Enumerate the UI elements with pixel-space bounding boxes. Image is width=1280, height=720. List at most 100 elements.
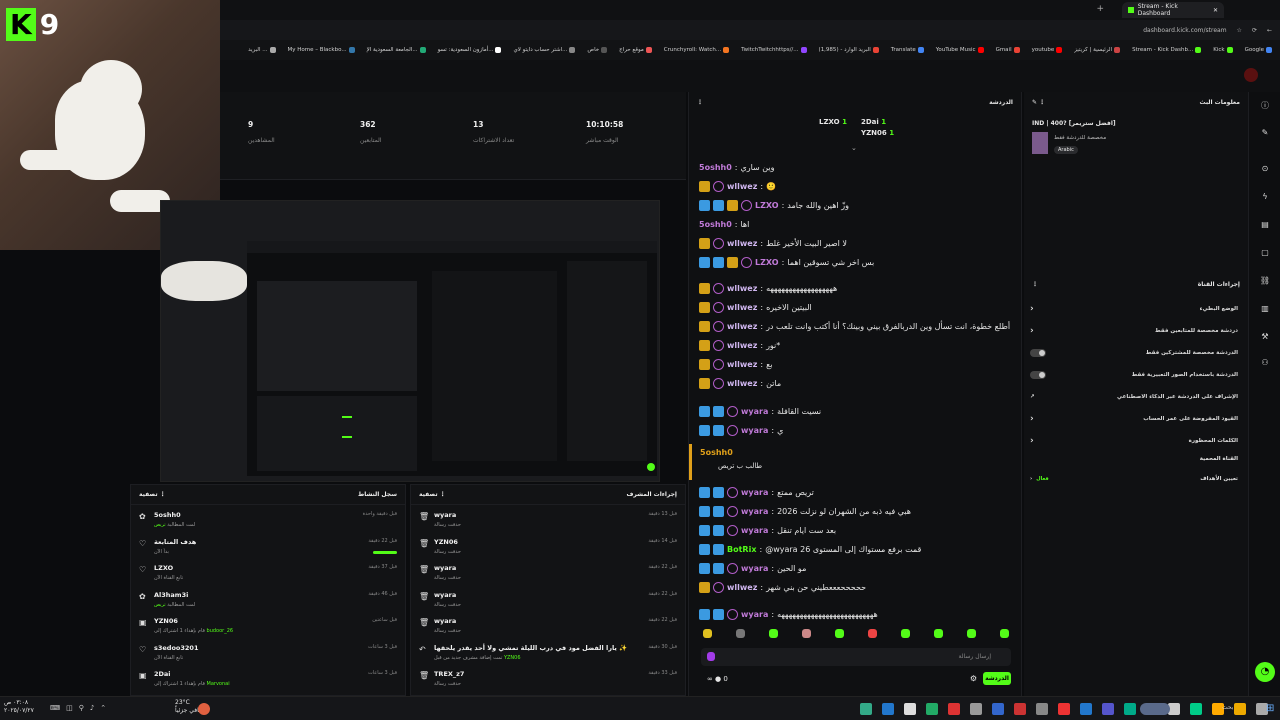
url-text[interactable]: dashboard.kick.com/stream bbox=[1143, 27, 1226, 34]
edit-icon[interactable]: ✎ ⋮ bbox=[1032, 99, 1045, 106]
chat-message[interactable]: wllwez: لا اصير البيت الأخير غلط bbox=[699, 234, 1011, 252]
activity-row[interactable]: ✿ 5oshh0 لمت المطالبة تريص قبل دقيقة واحدة bbox=[139, 509, 397, 535]
stream-preview[interactable] bbox=[160, 200, 660, 482]
clipboard-icon[interactable]: ▤ bbox=[1259, 220, 1271, 232]
chat-username[interactable]: wyara bbox=[741, 507, 768, 516]
channel-option[interactable]: الدردشة مخصصة للمشتركين فقط bbox=[1030, 346, 1238, 360]
activity-row[interactable]: ♡ s3edoo3201 تابع القناة الآن قبل 3 ساعات bbox=[139, 642, 397, 668]
chat-username[interactable]: wllwez bbox=[727, 239, 757, 248]
chat-username[interactable]: wllwez bbox=[727, 583, 757, 592]
lightning-icon[interactable]: ϟ bbox=[1259, 192, 1271, 204]
chat-message[interactable]: wllwez: نور* bbox=[699, 336, 1011, 354]
send-chat-button[interactable]: الدردشة bbox=[983, 672, 1011, 685]
chat-message[interactable]: wllwez: البيتين الاخيره bbox=[699, 298, 1011, 316]
channel-option[interactable]: الكلمات المحظورة › bbox=[1030, 434, 1238, 448]
chat-username[interactable]: wllwez bbox=[727, 379, 757, 388]
taskbar-app-icon[interactable] bbox=[1080, 703, 1092, 715]
chat-username[interactable]: wllwez bbox=[727, 341, 757, 350]
mod-action-row[interactable]: 🗑 YZN06 حذفت رسالة قبل 14 دقيقة bbox=[419, 536, 677, 562]
link-icon[interactable]: ⛓ bbox=[1259, 276, 1271, 288]
bookmark-item[interactable]: موقع حراج bbox=[619, 47, 652, 53]
pen-icon[interactable]: ✎ bbox=[1259, 128, 1271, 140]
toggle-switch[interactable] bbox=[1030, 371, 1046, 379]
emote-icon[interactable] bbox=[967, 629, 976, 638]
tray-icons[interactable]: ⌨◫⚲♪⌃ bbox=[50, 704, 112, 712]
filter-button[interactable]: تصفية ⋮ bbox=[419, 491, 446, 498]
mic-icon[interactable] bbox=[707, 652, 715, 661]
chat-username[interactable]: wllwez bbox=[727, 284, 757, 293]
mod-action-row[interactable]: 🗑 wyara حذفت رسالة قبل 22 دقيقة bbox=[419, 562, 677, 588]
leaderboard-entry[interactable]: LZXO 1 bbox=[819, 118, 847, 126]
start-icon[interactable]: ⊞ bbox=[1266, 703, 1278, 715]
bookmark-item[interactable]: اشتر حساب دايتو لاي... bbox=[513, 47, 576, 53]
activity-row[interactable]: ✿ Al3ham3i لمت المطالبة تريص قبل 46 دقيقة bbox=[139, 589, 397, 615]
star-icon[interactable]: ☆ bbox=[1237, 27, 1242, 34]
filter-button[interactable]: تصفية ⋮ bbox=[139, 491, 166, 498]
target-icon[interactable]: ⊙ bbox=[1259, 164, 1271, 176]
activity-row[interactable]: ▣ YZN06 قام بإهداء 1 اشتراك إلى budoor_26 ق… bbox=[139, 615, 397, 641]
taskbar-app-icon[interactable] bbox=[882, 703, 894, 715]
chat-message[interactable]: wllwez: ماتن bbox=[699, 374, 1011, 392]
users-icon[interactable]: ⚇ bbox=[1259, 358, 1271, 370]
chat-username[interactable]: wllwez bbox=[727, 182, 757, 191]
activity-row[interactable]: ♡ LZXO تابع القناة الآن قبل 37 دقيقة bbox=[139, 562, 397, 588]
mod-action-row[interactable]: 🗑 TREX_z7 حذفت رسالة قبل 33 دقيقة bbox=[419, 668, 677, 694]
emote-icon[interactable] bbox=[769, 629, 778, 638]
chat-username[interactable]: wyara bbox=[741, 564, 768, 573]
bookmark-item[interactable]: أمازون السعودية: تسو... bbox=[438, 47, 502, 53]
chat-username[interactable]: wyara bbox=[741, 610, 768, 619]
emote-icon[interactable] bbox=[934, 629, 943, 638]
back-icon[interactable]: ← bbox=[1267, 27, 1272, 34]
chat-message[interactable]: wllwez: 🙂 bbox=[699, 177, 1011, 195]
channel-option[interactable]: الوضع البطيء › bbox=[1030, 302, 1238, 316]
tab-kick-dashboard[interactable]: Stream - Kick Dashboard ✕ bbox=[1122, 2, 1224, 18]
emote-icon[interactable] bbox=[868, 629, 877, 638]
chat-username[interactable]: wyara bbox=[741, 426, 768, 435]
bookmark-item[interactable]: Gmail bbox=[996, 47, 1020, 53]
wrench-icon[interactable]: ⚒ bbox=[1259, 332, 1271, 344]
chat-message[interactable]: wllwez: أنا أطلع خطوة، انت تسأل وين الدرب… bbox=[699, 317, 1011, 335]
pinned-message[interactable]: 5oshh0 طالب ب تريص bbox=[689, 444, 1023, 480]
chat-username[interactable]: wyara bbox=[741, 488, 768, 497]
taskbar-app-icon[interactable] bbox=[926, 703, 938, 715]
channel-actions-menu-icon[interactable]: ⋮ bbox=[1032, 281, 1038, 288]
chat-username[interactable]: 5oshh0 bbox=[699, 220, 732, 229]
taskbar-app-icon[interactable] bbox=[1190, 703, 1202, 715]
chat-message[interactable]: wyara: ي bbox=[699, 421, 1011, 439]
chat-username[interactable]: LZXO bbox=[755, 201, 779, 210]
settings-icon[interactable]: ⚙ bbox=[970, 674, 977, 683]
mod-action-row[interactable]: 🗑 wyara حذفت رسالة قبل 22 دقيقة bbox=[419, 589, 677, 615]
chat-username[interactable]: wyara bbox=[741, 526, 768, 535]
bookmark-item[interactable]: البريد الوارد - (1,985) bbox=[819, 47, 879, 53]
chevron-down-icon[interactable]: ⌄ bbox=[851, 144, 857, 152]
chat-bubble-icon[interactable]: ▢ bbox=[1259, 248, 1271, 260]
external-link-icon[interactable]: ↗ bbox=[1030, 394, 1035, 400]
support-chat-icon[interactable]: ◔ bbox=[1255, 662, 1275, 682]
close-icon[interactable]: ✕ bbox=[1213, 7, 1218, 14]
chat-message[interactable]: wyara: نسيت القافلة bbox=[699, 402, 1011, 420]
bookmark-item[interactable]: الرئيسية | كريتيز bbox=[1074, 47, 1121, 53]
bookmark-item[interactable]: TwitchTwitchhttps//... bbox=[741, 47, 807, 53]
bookmark-item[interactable]: Translate bbox=[891, 47, 924, 53]
taskbar-app-icon[interactable] bbox=[948, 703, 960, 715]
chat-menu-icon[interactable]: ⋮ bbox=[697, 99, 703, 106]
chat-message[interactable]: wllwez: حححححعععطيني حن بني شهر bbox=[699, 578, 1011, 596]
taskbar-app-icon[interactable] bbox=[1058, 703, 1070, 715]
chat-message[interactable]: wyara: بعد ست ايام تنقل bbox=[699, 521, 1011, 539]
panel-icon[interactable]: ▥ bbox=[1259, 304, 1271, 316]
chat-message[interactable]: wllwez: ههههههههههههههههههه bbox=[699, 279, 1011, 297]
emote-icon[interactable] bbox=[802, 629, 811, 638]
emote-icon[interactable] bbox=[1000, 629, 1009, 638]
channel-option[interactable]: الدردشة باستخدام الصور التعبيرية فقط bbox=[1030, 368, 1238, 382]
chat-users-icon[interactable]: ∞ ● 0 bbox=[707, 675, 728, 683]
mod-action-row[interactable]: ↶ يارا الفضل مود في درب الليلة تمشي ولا أ… bbox=[419, 642, 677, 668]
taskbar-app-icon[interactable] bbox=[1014, 703, 1026, 715]
bookmark-item[interactable]: الجامعة السعودية الإ... bbox=[367, 47, 426, 53]
bookmark-item[interactable]: Stream - Kick Dashb... bbox=[1132, 47, 1202, 53]
taskbar-app-icon[interactable] bbox=[860, 703, 872, 715]
bookmark-item[interactable]: YouTube Music bbox=[936, 47, 984, 53]
activity-row[interactable]: ▣ 2Dai قام بإهداء 1 اشتراك إلى Marvonai قبل… bbox=[139, 668, 397, 694]
info-icon[interactable]: ⓘ bbox=[1259, 100, 1271, 112]
taskbar-app-icon[interactable] bbox=[904, 703, 916, 715]
bookmark-item[interactable]: البريد ... bbox=[248, 47, 276, 53]
